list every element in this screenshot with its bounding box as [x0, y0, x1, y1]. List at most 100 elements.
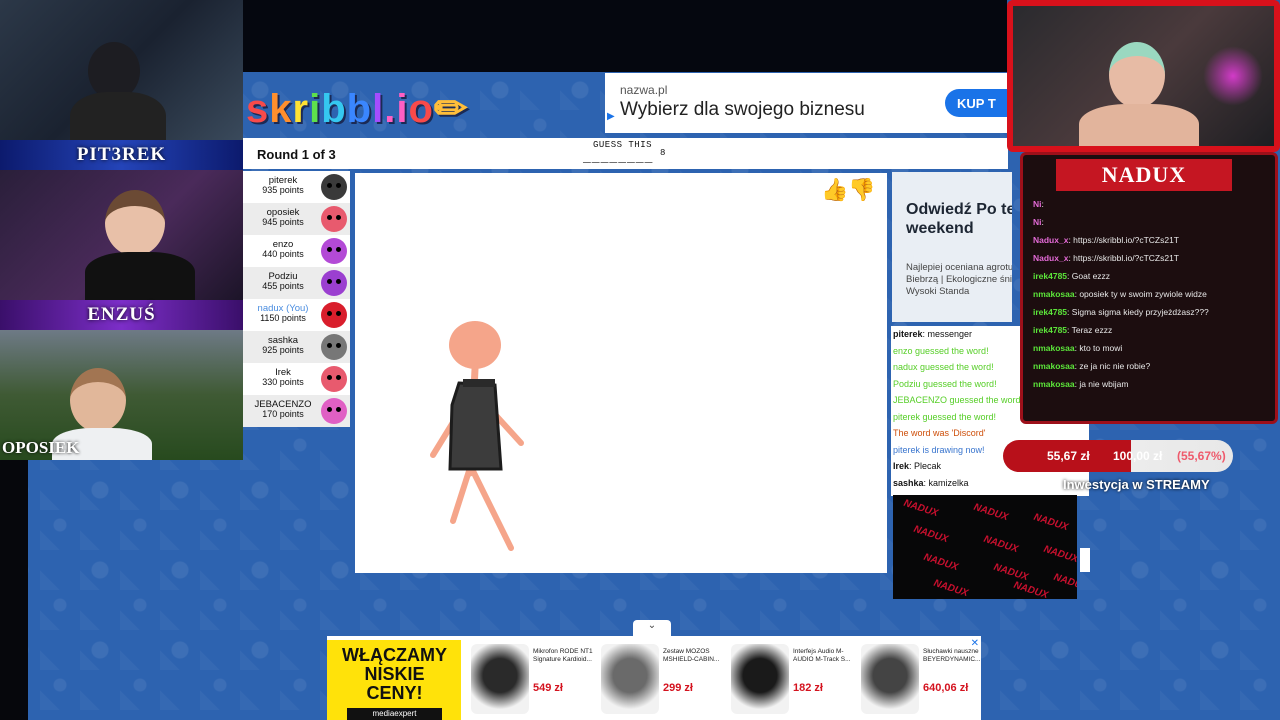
stream-chat-text: https://skribbl.io/?cTCZs21T: [1073, 253, 1179, 263]
ad-close-icon[interactable]: ✕: [971, 638, 979, 649]
product-title: Mikrofon RODE NT1 Signature Kardioid...: [533, 648, 593, 663]
product-title: Słuchawki nauszne BEYERDYNAMIC...: [923, 648, 981, 663]
top-banner-ad[interactable]: ▶ nazwa.pl Wybierz dla swojego biznesu K…: [605, 73, 1015, 133]
product-price: 299 zł: [663, 682, 693, 694]
adchoices-icon[interactable]: ▶: [607, 111, 615, 122]
stream-chat-user: irek4785: [1033, 307, 1068, 317]
stream-chat-text: Sigma sigma kiedy przyjeżdżasz???: [1071, 307, 1209, 317]
chat-text: piterek is drawing now!: [893, 444, 985, 455]
word-length: 8: [660, 148, 666, 158]
stream-chat-text: ja nie wbijam: [1079, 379, 1129, 389]
name-bar-pit3rek: PIT3REK: [0, 140, 243, 170]
chat-text: Plecak: [914, 461, 942, 471]
name-bar-enzus: ENZUŚ: [0, 300, 243, 330]
collapse-ad-chevron-icon[interactable]: ⌄: [633, 620, 671, 636]
player-row[interactable]: nadux (You) 1150 points: [243, 299, 350, 331]
stream-chat-user: irek4785: [1033, 325, 1068, 335]
product-image: [601, 644, 659, 714]
stream-chat-user: nmakosaa: [1033, 343, 1075, 353]
overlay-logo-text: NADUX: [912, 523, 950, 546]
chat-text: JEBACENZO guessed the word!: [893, 395, 1024, 405]
stream-chat-message: Ni:: [1033, 199, 1044, 209]
stream-chat-text: ze ja nic nie robie?: [1079, 361, 1151, 371]
stream-chat-message: nmakosaa: oposiek ty w swoim zywiole wid…: [1033, 289, 1207, 299]
player-row[interactable]: enzo 440 points: [243, 235, 350, 267]
chat-user: sashka: [893, 477, 924, 488]
chat-input[interactable]: [1080, 548, 1090, 572]
chat-text: The word was 'Discord': [893, 428, 986, 438]
player-row[interactable]: oposiek 945 points: [243, 203, 350, 235]
sidebar-ad-desc: Najlepiej oceniana agrotu nad Biebrzą | …: [906, 262, 1012, 297]
guess-label: GUESS THIS: [593, 140, 653, 150]
player-row[interactable]: JEBACENZO 170 points: [243, 395, 350, 427]
stream-chat-user: nmakosaa: [1033, 361, 1075, 371]
chat-text: nadux guessed the word!: [893, 362, 994, 372]
chat-user: Irek: [893, 461, 910, 471]
player-row[interactable]: Podziu 455 points: [243, 267, 350, 299]
product-image: [861, 644, 919, 714]
sidebar-ad[interactable]: Odwiedź Po ten weekend Najlepiej ocenian…: [892, 172, 1012, 322]
ad-cta-button[interactable]: KUP T: [945, 89, 1015, 117]
product-card[interactable]: Słuchawki nauszne BEYERDYNAMIC... 640,06 …: [857, 644, 985, 720]
drawing-head: [449, 321, 501, 369]
chat-text: messenger: [927, 329, 973, 339]
game-topbar: Round 1 of 3 GUESS THIS ________ 8: [243, 138, 1008, 169]
thumbs-down-icon[interactable]: 👎: [848, 177, 875, 202]
product-title: Zestaw MOZOS MSHIELD-CABIN...: [663, 648, 720, 663]
stream-chat-user: nmakosaa: [1033, 289, 1075, 299]
vote-buttons: 👍👎: [821, 177, 876, 203]
player-points: 935 points: [262, 185, 304, 195]
chat-message: sashka: kamizelka: [893, 477, 969, 488]
donation-title: Inwestycja w STREAMY: [1063, 477, 1210, 492]
player-points: 1150 points: [260, 313, 306, 323]
stream-chat-text: oposiek ty w swoim zywiole widze: [1079, 289, 1207, 299]
donation-goal: 100,00 zł: [1113, 449, 1163, 463]
player-row[interactable]: sashka 925 points: [243, 331, 350, 363]
player-row[interactable]: piterek 935 points: [243, 171, 350, 203]
drawing-backpack-top: [463, 379, 495, 387]
stream-chat-message: irek4785: Sigma sigma kiedy przyjeżdżasz…: [1033, 307, 1209, 317]
stream-chat-message: Nadux_x: https://skribbl.io/?cTCZs21T: [1033, 235, 1179, 245]
product-card[interactable]: Interfejs Audio M-AUDIO M-Track S... 182 …: [727, 644, 855, 720]
product-card[interactable]: Zestaw MOZOS MSHIELD-CABIN... 299 zł: [597, 644, 725, 720]
overlay-logo-text: NADUX: [932, 577, 970, 599]
avatar: [321, 174, 347, 200]
donation-percent: (55,67%): [1177, 449, 1226, 463]
drawing: [430, 321, 524, 551]
bottom-banner-ad[interactable]: WŁĄCZAMY NISKIE CENY! mediaexpert Mikrof…: [327, 636, 981, 720]
player-points: 925 points: [262, 345, 304, 355]
player-points: 440 points: [262, 249, 304, 259]
stream-chat-panel: NADUX Ni: Ni: Nadux_x: https://skribbl.i…: [1020, 152, 1278, 424]
promo-block[interactable]: WŁĄCZAMY NISKIE CENY! mediaexpert: [327, 640, 461, 720]
promo-text: WŁĄCZAMY NISKIE CENY!: [342, 645, 447, 703]
avatar: [321, 206, 347, 232]
webcam-pit3rek: [0, 0, 243, 140]
player-row[interactable]: Irek 330 points: [243, 363, 350, 395]
player-points: 945 points: [262, 217, 304, 227]
avatar: [321, 334, 347, 360]
chat-text: enzo guessed the word!: [893, 345, 989, 356]
overlay-logo-text: NADUX: [922, 551, 960, 574]
overlay-logo-text: NADUX: [992, 561, 1030, 584]
overlay-logo-text: NADUX: [1052, 571, 1077, 594]
webcam-oposiek: OPOSIEK: [0, 330, 243, 460]
stream-chat-message: Nadux_x: https://skribbl.io/?cTCZs21T: [1033, 253, 1179, 263]
drawing-canvas[interactable]: 👍👎: [355, 173, 887, 573]
stream-chat-message: Ni:: [1033, 217, 1044, 227]
left-dark-strip: [0, 460, 28, 720]
stream-chat-user: Nadux_x: [1033, 253, 1069, 263]
stream-chat-text: kto to mowi: [1079, 343, 1123, 353]
donation-goal-bar: 55,67 zł 100,00 zł (55,67%): [1003, 440, 1233, 472]
sidebar-ad-title: Odwiedź Po ten weekend: [906, 201, 1012, 237]
chat-text: kamizelka: [928, 477, 969, 488]
top-dark-band: [242, 0, 1007, 72]
thumbs-up-icon[interactable]: 👍: [821, 177, 848, 202]
stream-chat-messages: Ni: Ni: Nadux_x: https://skribbl.io/?cTC…: [1033, 195, 1273, 393]
chat-user: piterek: [893, 329, 923, 339]
overlay-logo-text: NADUX: [1012, 579, 1050, 599]
nadux-overlay: NADUX NADUX NADUX NADUX NADUX NADUX NADUX NADUX…: [893, 495, 1077, 599]
stream-chat-text: Goat ezzz: [1071, 271, 1111, 281]
avatar: [321, 366, 347, 392]
product-card[interactable]: Mikrofon RODE NT1 Signature Kardioid... 5…: [467, 644, 595, 720]
stream-chat-text: Teraz ezzz: [1071, 325, 1113, 335]
